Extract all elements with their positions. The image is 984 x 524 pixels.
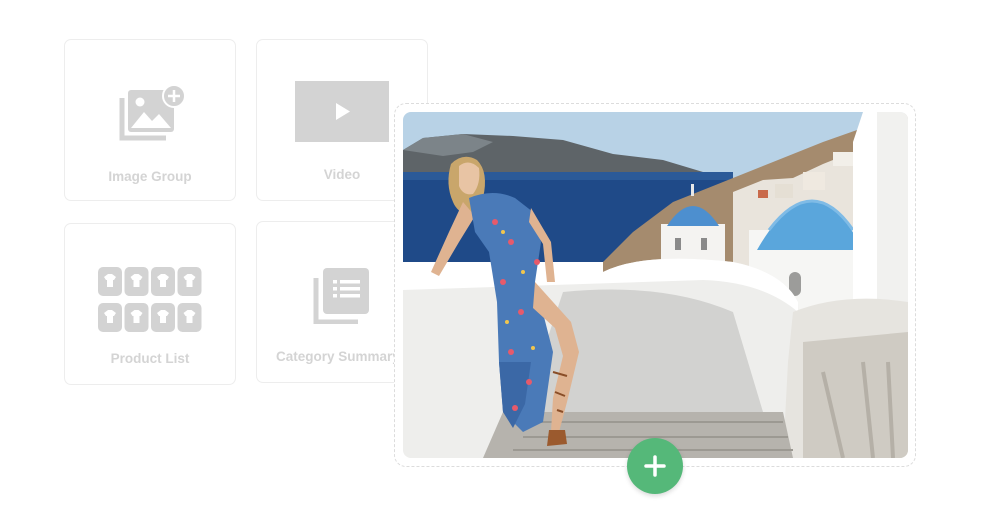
video-play-icon: [295, 81, 389, 142]
widget-label-image-group: Image Group: [108, 169, 192, 184]
widget-label-category-summary: Category Summary: [276, 349, 400, 364]
plus-icon: [644, 455, 666, 477]
category-list-icon: [313, 268, 369, 324]
dropped-image[interactable]: [403, 112, 908, 458]
widget-canvas: Image Group Video Product List Category …: [0, 0, 984, 524]
widget-label-product-list: Product List: [110, 351, 190, 366]
widget-card-product-list[interactable]: Product List: [64, 223, 236, 385]
add-button[interactable]: [627, 438, 683, 494]
product-grid-icon: [98, 267, 202, 332]
widget-card-image-group[interactable]: Image Group: [64, 39, 236, 201]
image-group-icon: [119, 84, 186, 141]
